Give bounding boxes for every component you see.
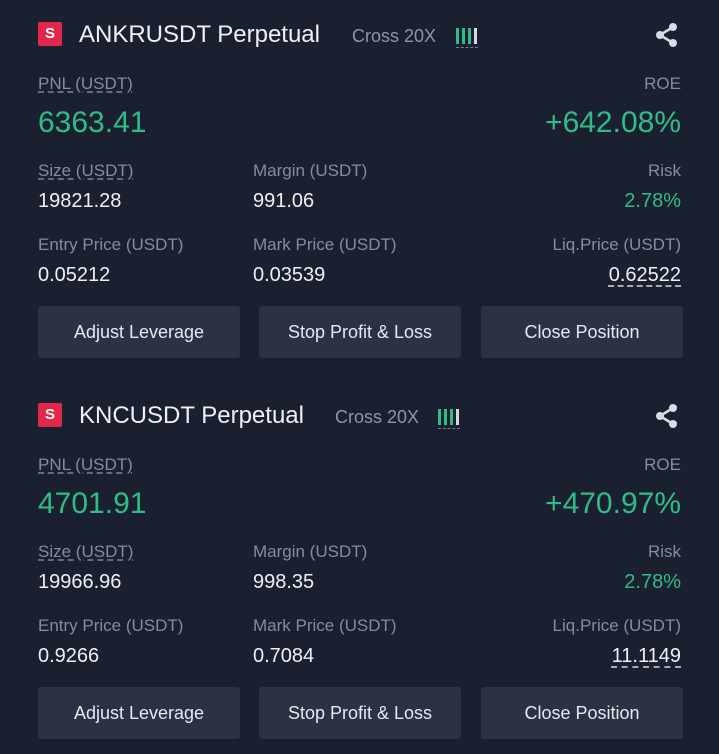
contract-symbol[interactable]: ANKRUSDT Perpetual [79, 20, 320, 50]
risk-label: Risk [647, 542, 681, 561]
roe-label: ROE [644, 74, 681, 93]
size-label[interactable]: Size (USDT) [38, 541, 133, 563]
margin-field: Margin (USDT) 991.06 [253, 160, 367, 213]
entry-price-label: Entry Price (USDT) [38, 616, 184, 635]
position-card: S ANKRUSDT Perpetual Cross 20X PNL (USDT… [0, 0, 719, 372]
size-value: 19966.96 [38, 571, 122, 593]
risk-field: Risk 2.78% [624, 160, 681, 213]
mark-price-field: Mark Price (USDT) 0.03539 [253, 234, 397, 287]
entry-price-field: Entry Price (USDT) 0.9266 [38, 615, 183, 668]
roe-field: ROE +470.97% [545, 454, 681, 521]
stop-profit-loss-button[interactable]: Stop Profit & Loss [259, 687, 461, 739]
margin-mode-label: Cross 20X [352, 26, 437, 46]
entry-price-field: Entry Price (USDT) 0.05212 [38, 234, 183, 287]
roe-field: ROE +642.08% [545, 73, 681, 140]
margin-value: 998.35 [253, 571, 315, 593]
position-card: S KNCUSDT Perpetual Cross 20X PNL (USDT)… [0, 381, 719, 753]
position-header: S KNCUSDT Perpetual Cross 20X [38, 401, 681, 433]
mark-price-label: Mark Price (USDT) [253, 616, 397, 635]
margin-mode-label: Cross 20X [335, 407, 420, 427]
pnl-label[interactable]: PNL (USDT) [38, 73, 146, 95]
risk-value: 2.78% [624, 190, 681, 212]
roe-value: +642.08% [545, 106, 681, 139]
liq-price-value[interactable]: 0.62522 [553, 263, 681, 287]
liq-price-label: Liq.Price (USDT) [552, 235, 681, 254]
contract-symbol[interactable]: KNCUSDT Perpetual [79, 401, 304, 431]
leverage-bars-icon [456, 24, 482, 48]
share-icon[interactable] [653, 402, 681, 430]
positions-screen: S ANKRUSDT Perpetual Cross 20X PNL (USDT… [0, 0, 719, 754]
pnl-value: 4701.91 [38, 487, 147, 520]
mark-price-value: 0.03539 [253, 264, 326, 286]
short-badge: S [38, 403, 62, 427]
risk-field: Risk 2.78% [624, 541, 681, 594]
pnl-field: PNL (USDT) 6363.41 [38, 73, 146, 140]
stop-profit-loss-button[interactable]: Stop Profit & Loss [259, 306, 461, 358]
pnl-field: PNL (USDT) 4701.91 [38, 454, 146, 521]
margin-label: Margin (USDT) [253, 542, 368, 561]
adjust-leverage-button[interactable]: Adjust Leverage [38, 306, 240, 358]
mark-price-field: Mark Price (USDT) 0.7084 [253, 615, 397, 668]
short-badge: S [38, 22, 62, 46]
entry-price-value: 0.05212 [38, 264, 111, 286]
pnl-value: 6363.41 [38, 106, 147, 139]
size-field: Size (USDT) 19966.96 [38, 541, 133, 594]
liq-price-field: Liq.Price (USDT) 11.1149 [553, 615, 681, 668]
size-field: Size (USDT) 19821.28 [38, 160, 133, 213]
pnl-label[interactable]: PNL (USDT) [38, 454, 146, 476]
roe-label: ROE [644, 455, 681, 474]
entry-price-label: Entry Price (USDT) [38, 235, 184, 254]
size-value: 19821.28 [38, 190, 122, 212]
leverage-bars-icon [438, 405, 464, 429]
margin-label: Margin (USDT) [253, 161, 368, 180]
liq-price-field: Liq.Price (USDT) 0.62522 [553, 234, 681, 287]
margin-field: Margin (USDT) 998.35 [253, 541, 367, 594]
liq-price-value[interactable]: 11.1149 [553, 644, 681, 668]
mark-price-label: Mark Price (USDT) [253, 235, 397, 254]
close-position-button[interactable]: Close Position [481, 306, 683, 358]
size-label[interactable]: Size (USDT) [38, 160, 133, 182]
entry-price-value: 0.9266 [38, 645, 100, 667]
risk-label: Risk [647, 161, 681, 180]
margin-value: 991.06 [253, 190, 315, 212]
liq-price-label: Liq.Price (USDT) [552, 616, 681, 635]
share-icon[interactable] [653, 21, 681, 49]
position-header: S ANKRUSDT Perpetual Cross 20X [38, 20, 681, 52]
mark-price-value: 0.7084 [253, 645, 315, 667]
roe-value: +470.97% [545, 487, 681, 520]
risk-value: 2.78% [624, 571, 681, 593]
close-position-button[interactable]: Close Position [481, 687, 683, 739]
adjust-leverage-button[interactable]: Adjust Leverage [38, 687, 240, 739]
